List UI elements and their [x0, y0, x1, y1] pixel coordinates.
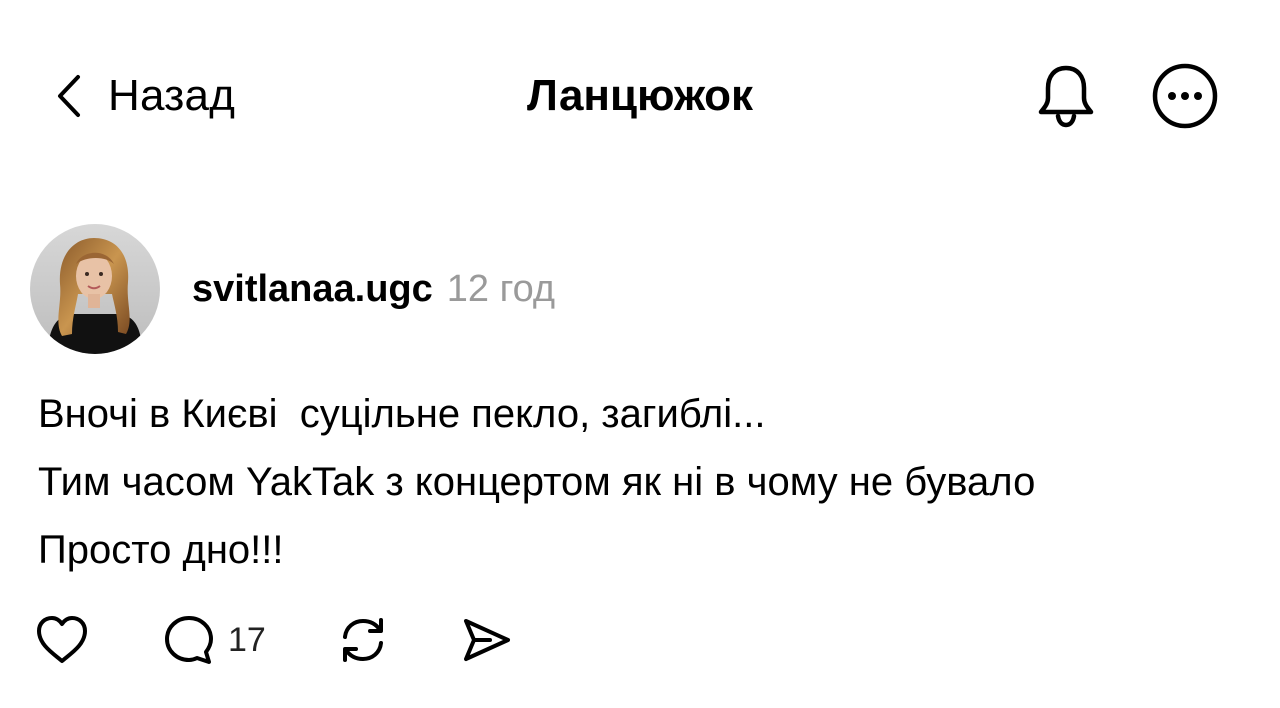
comment-count: 17 — [228, 620, 266, 659]
like-button[interactable] — [34, 614, 90, 666]
chevron-left-icon — [58, 75, 80, 117]
heart-icon — [37, 616, 87, 663]
back-button[interactable]: Назад — [56, 64, 235, 128]
avatar-image — [30, 224, 160, 354]
author-name[interactable]: svitlanaa.ugc — [192, 268, 433, 311]
bell-icon — [1038, 65, 1094, 128]
post-actions: 17 — [34, 612, 514, 668]
share-button[interactable] — [460, 613, 514, 667]
more-options-button[interactable] — [1149, 60, 1221, 132]
post-text-line: Просто дно!!! — [38, 528, 284, 572]
back-label: Назад — [108, 71, 236, 120]
post-text-line: Вночі в Києві суцільне пекло, загиблі... — [38, 392, 766, 436]
comment-icon — [165, 616, 213, 664]
comment-button[interactable]: 17 — [162, 613, 266, 667]
post-text: Вночі в Києві суцільне пекло, загиблі...… — [38, 380, 1248, 584]
repost-icon — [342, 618, 383, 662]
post-header: svitlanaa.ugc 12 год — [30, 224, 555, 354]
repost-button[interactable] — [336, 613, 390, 667]
top-bar: Назад Ланцюжок — [0, 0, 1280, 190]
post-text-line: Тим часом YakTak з концертом як ні в чом… — [38, 460, 1036, 504]
post-time: 12 год — [446, 267, 556, 310]
more-icon — [1152, 63, 1218, 129]
notifications-button[interactable] — [1030, 60, 1102, 132]
share-icon — [463, 619, 510, 661]
avatar[interactable] — [30, 224, 160, 354]
